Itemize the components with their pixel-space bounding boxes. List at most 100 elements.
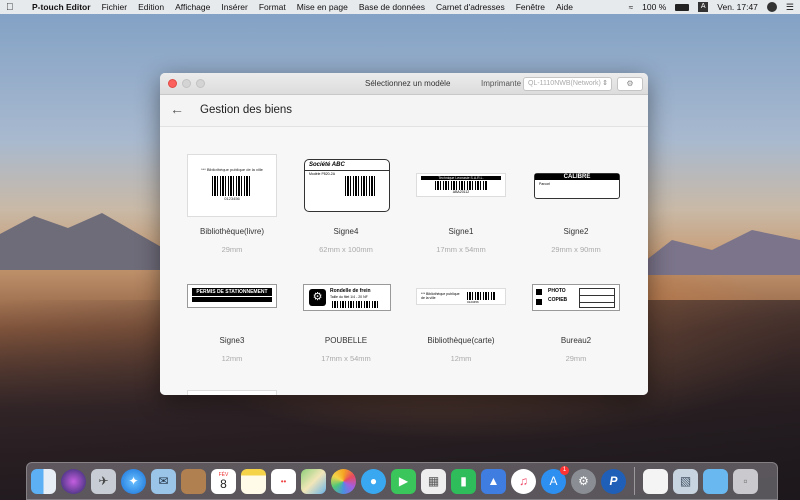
template-grid: *** Bibliothèque publique de la ville 01… (160, 128, 648, 395)
calendar-day: 8 (220, 477, 227, 491)
trash-icon[interactable]: ▫ (733, 468, 758, 494)
thumb-label-text: *** Bibliothèque publique de la ville (421, 292, 460, 300)
apple-icon[interactable]:  (6, 2, 18, 13)
minimize-button[interactable] (182, 79, 191, 88)
menu-carnet-adresses[interactable]: Carnet d'adresses (436, 2, 505, 12)
page-header: ← Gestion des biens (160, 95, 648, 127)
launchpad-icon[interactable]: ✈ (91, 468, 116, 494)
thumb-sub-text: Parcorl (539, 182, 551, 186)
battery-percent[interactable]: 100 % (642, 2, 666, 12)
template-size: 17mm x 54mm (321, 354, 371, 363)
thumb-code: ABA20112 (452, 190, 470, 194)
p-touch-icon[interactable]: P (601, 468, 626, 494)
thumb-code: 0123456 (224, 196, 240, 201)
printer-settings-button[interactable]: ⚙ (617, 77, 643, 91)
menu-affichage[interactable]: Affichage (175, 2, 210, 12)
printer-select[interactable]: QL-1110NWB(Network) ⇕ (523, 77, 612, 91)
window-title: Sélectionnez un modèle (365, 79, 451, 88)
thumb-label-text: PHOTO (548, 288, 566, 294)
battery-icon[interactable] (675, 3, 690, 11)
system-preferences-icon[interactable]: ⚙ (571, 468, 596, 494)
ical-icon[interactable]: ▦ (421, 468, 446, 494)
barcode (212, 176, 252, 196)
template-name: POUBELLE (324, 336, 368, 345)
mail-icon[interactable]: ✉ (151, 468, 176, 494)
input-source-icon[interactable]: A (698, 2, 709, 12)
template-thumbnail-partial (187, 390, 277, 395)
chevron-updown-icon: ⇕ (602, 80, 608, 87)
gear-icon: ⚙ (626, 79, 634, 88)
menu-bar:  P-touch Editor Fichier Edition Afficha… (0, 0, 800, 14)
maps-icon[interactable] (301, 468, 326, 494)
template-size: 29mm (565, 354, 587, 363)
menu-aide[interactable]: Aide (556, 2, 573, 12)
template-thumbnail: PHOTO COPIEB (532, 284, 620, 311)
menu-format[interactable]: Format (259, 2, 286, 12)
messages-icon[interactable]: ● (361, 468, 386, 494)
reminders-icon[interactable]: •• (271, 468, 296, 494)
notes-icon[interactable] (241, 468, 266, 494)
template-size: 29mm (221, 245, 243, 254)
menu-fenetre[interactable]: Fenêtre (516, 2, 545, 12)
notification-badge: 1 (560, 465, 569, 475)
template-size: 17mm x 54mm (436, 245, 486, 254)
window-titlebar: Sélectionnez un modèle Imprimante QL-111… (160, 73, 648, 95)
menu-fichier[interactable]: Fichier (102, 2, 128, 12)
printer-select-value: QL-1110NWB(Network) (528, 80, 601, 87)
barcode (345, 176, 375, 196)
barcode (332, 301, 380, 308)
dock: ✈ ✦ ✉ FÉV 8 •• ● ▶ ▦ ▮ ▲ ♫ A 1 ⚙ P ▧ ▫ (26, 462, 778, 500)
thumb-sub-text: Taille du filet 1/4 - 20 NF (330, 295, 368, 299)
template-name: Signe2 (563, 227, 589, 236)
template-name: Signe1 (448, 227, 474, 236)
music-icon[interactable]: ♫ (511, 468, 536, 494)
menu-list-icon[interactable]: ☰ (786, 2, 794, 13)
menu-app-name[interactable]: P-touch Editor (32, 2, 91, 12)
thumb-block (536, 299, 542, 305)
keynote-icon[interactable]: ▲ (481, 468, 506, 494)
app-store-icon[interactable]: A 1 (541, 465, 569, 494)
finder-icon[interactable] (31, 468, 56, 494)
facetime-icon[interactable]: ▶ (391, 468, 416, 494)
thumb-label-text: Société ABC (305, 160, 389, 171)
back-arrow-icon[interactable]: ← (170, 101, 184, 117)
folder-icon[interactable] (703, 468, 728, 494)
menu-mise-en-page[interactable]: Mise en page (297, 2, 348, 12)
thumb-sub-text: COPIEB (548, 297, 568, 303)
menu-edition[interactable]: Edition (138, 2, 164, 12)
clock[interactable]: Ven. 17:47 (717, 2, 758, 12)
numbers-icon[interactable]: ▮ (451, 468, 476, 494)
close-button[interactable] (168, 79, 177, 88)
document-icon[interactable] (643, 468, 668, 494)
template-size: 62mm x 100mm (319, 245, 373, 254)
template-thumbnail: Société ABC Modèle P820-2A (304, 159, 390, 212)
template-name: Bibliothèque(livre) (199, 227, 265, 236)
template-size: 12mm (221, 354, 243, 363)
template-window: Sélectionnez un modèle Imprimante QL-111… (160, 73, 648, 395)
template-thumbnail: PERMIS DE STATIONNEMENT (187, 284, 277, 308)
thumb-label-text: Rondelle de frein (330, 288, 371, 294)
preview-icon[interactable]: ▧ (673, 468, 698, 494)
page-title: Gestion des biens (200, 104, 293, 116)
safari-icon[interactable]: ✦ (121, 468, 146, 494)
window-controls (168, 79, 205, 88)
template-thumbnail: ⚙ Rondelle de frein Taille du filet 1/4 … (303, 284, 391, 311)
thumb-label-text: *** Bibliothèque publique de la ville (201, 167, 263, 172)
zoom-button[interactable] (196, 79, 205, 88)
user-icon[interactable] (766, 2, 777, 12)
template-name: Bibliothèque(carte) (427, 336, 495, 345)
thumb-label-text: PERMIS DE STATIONNEMENT (192, 288, 272, 296)
menu-inserer[interactable]: Insérer (221, 2, 247, 12)
thumb-block (536, 289, 542, 295)
template-size: 29mm x 90mm (551, 245, 601, 254)
desktop-mountain-left (0, 213, 170, 270)
contacts-icon[interactable] (181, 468, 206, 494)
siri-icon[interactable] (61, 468, 86, 494)
calendar-icon[interactable]: FÉV 8 (211, 468, 236, 494)
photos-icon[interactable] (331, 468, 356, 494)
menu-extras: ≈ 100 % A Ven. 17:47 ☰ (629, 2, 794, 13)
dock-separator (634, 467, 635, 495)
menu-base-de-donnees[interactable]: Base de données (359, 2, 425, 12)
template-thumbnail: CALIBRÉ Parcorl (534, 173, 620, 199)
wifi-icon[interactable]: ≈ (629, 3, 633, 12)
